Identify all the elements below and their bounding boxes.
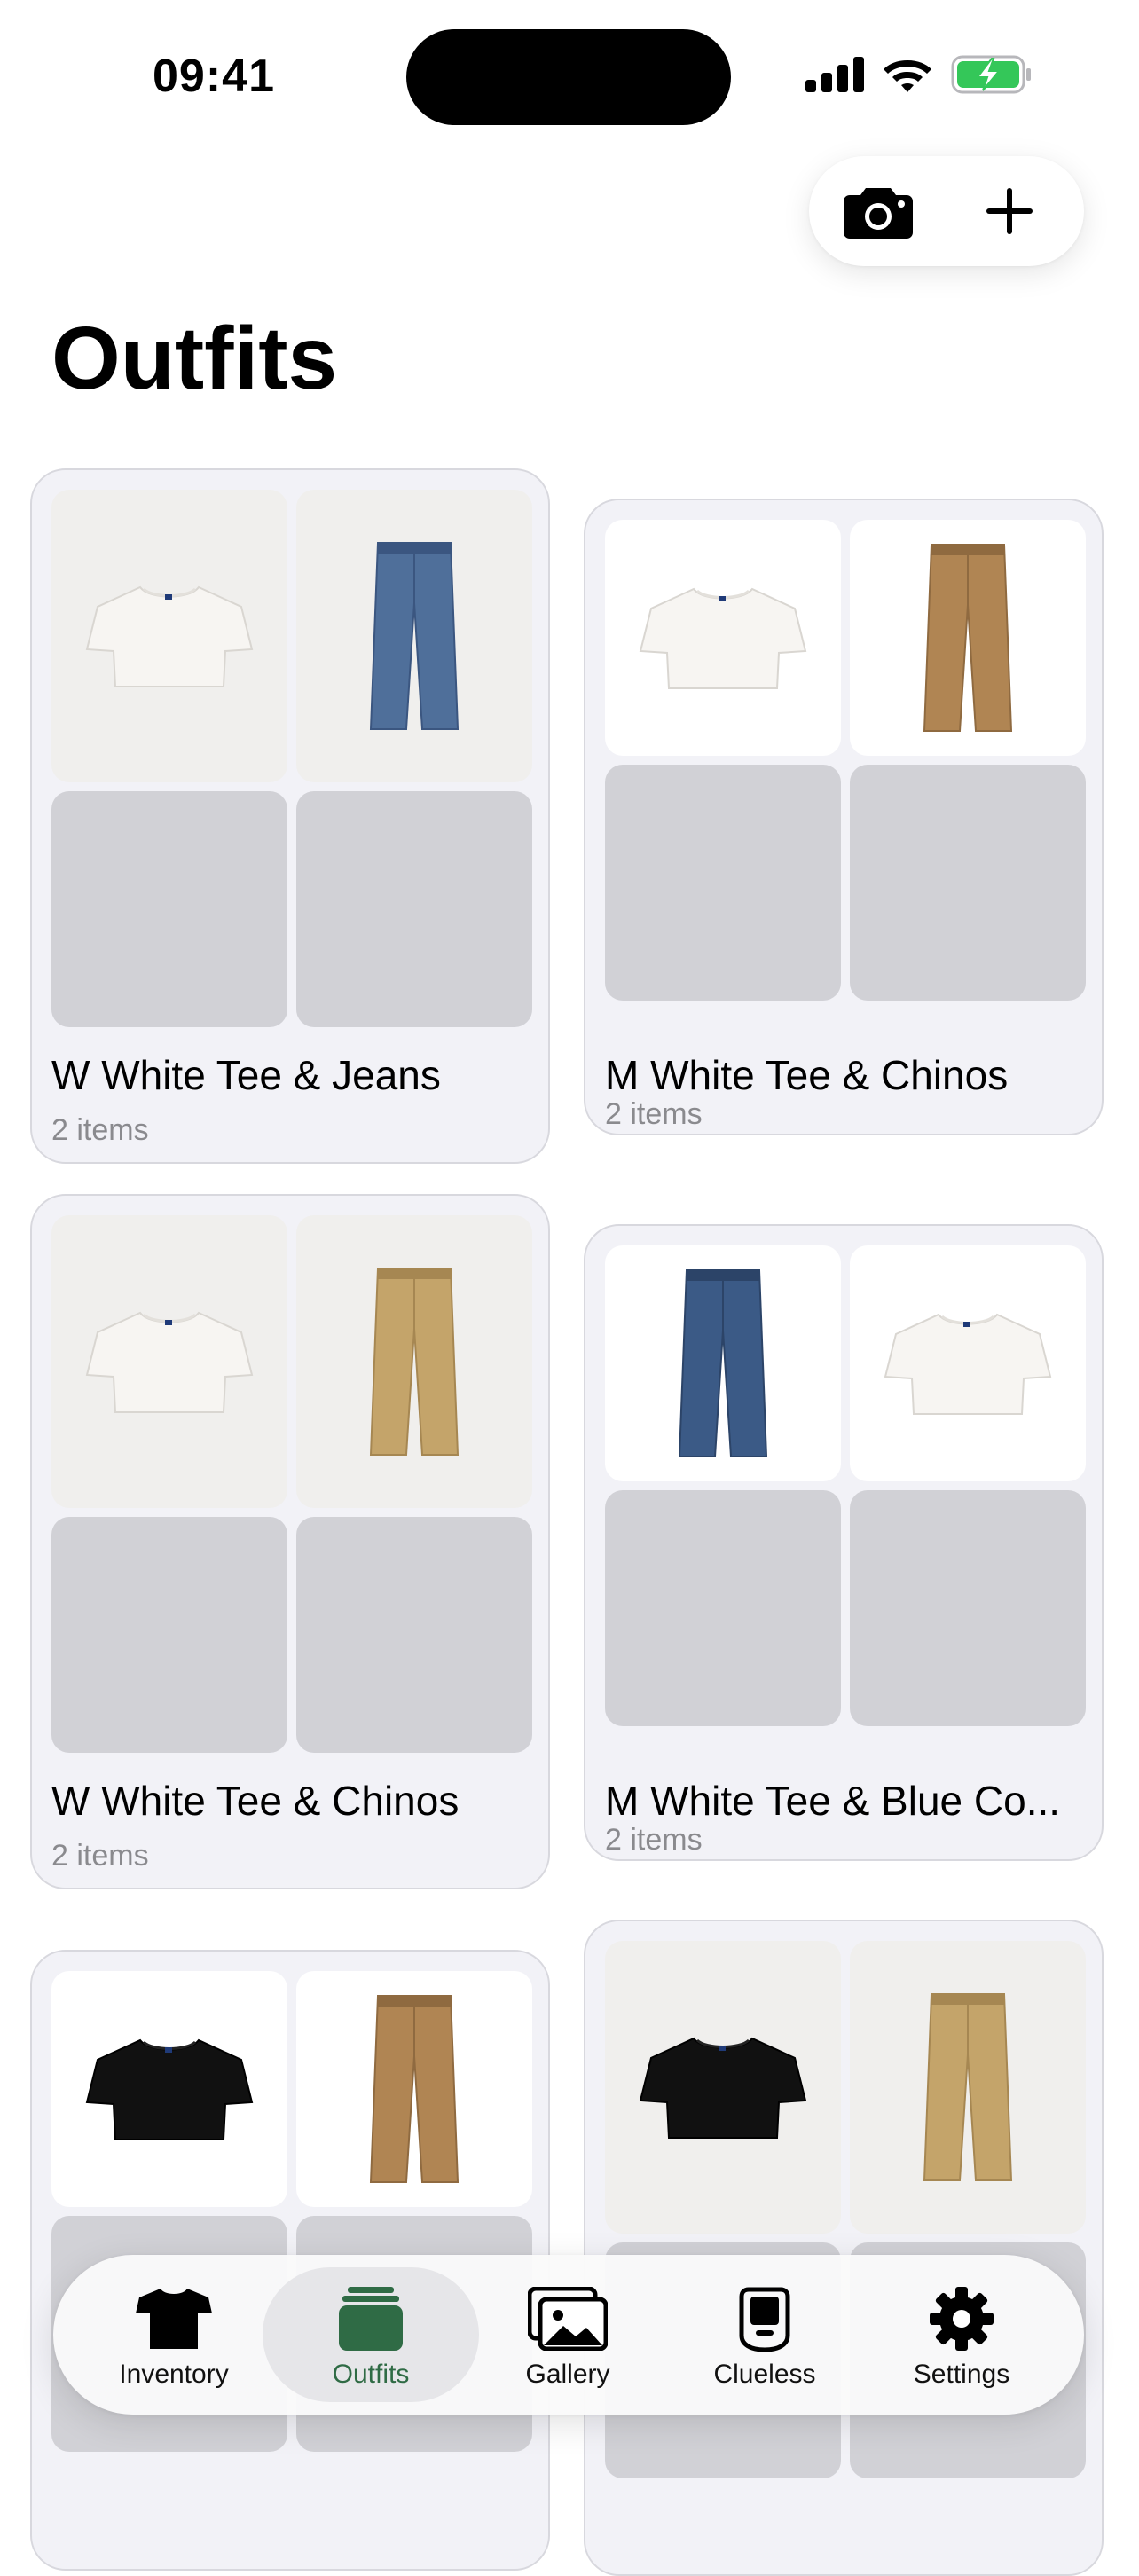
white-tee-image	[639, 587, 807, 689]
tab-label: Settings	[913, 2360, 1010, 2389]
camera-icon	[844, 188, 913, 239]
empty-slot	[296, 1517, 532, 1753]
outfit-card[interactable]: W White Tee & Chinos 2 items	[30, 1194, 550, 1889]
white-tee-image	[85, 1311, 254, 1413]
outfit-card[interactable]: M White Tee & Blue Co... 2 items	[584, 1224, 1104, 1861]
cellular-signal-icon	[805, 57, 864, 92]
outfit-card[interactable]	[584, 1920, 1104, 2576]
tab-label: Gallery	[525, 2360, 610, 2389]
white-tee-image	[85, 585, 254, 687]
empty-slot	[605, 1490, 841, 1726]
tan-chinos-image	[369, 1995, 460, 2183]
outfit-item-count: 2 items	[51, 1113, 149, 1147]
outfit-item-thumbnail	[296, 490, 532, 782]
tab-label: Inventory	[119, 2360, 229, 2389]
battery-charging-icon	[951, 55, 1031, 94]
outfit-item-thumbnail	[605, 520, 841, 756]
empty-slot	[605, 765, 841, 1001]
black-tee-image	[639, 2037, 807, 2139]
tshirt-icon	[136, 2289, 212, 2349]
outfit-item-thumbnail	[850, 1941, 1086, 2234]
outfit-item-thumbnail	[850, 1245, 1086, 1481]
wifi-icon	[884, 60, 931, 92]
khaki-work-pants-image	[369, 1268, 460, 1456]
gear-icon	[930, 2287, 994, 2351]
empty-slot	[51, 1517, 287, 1753]
outfit-item-thumbnail	[51, 490, 287, 782]
outfits-stack-icon	[339, 2287, 403, 2351]
outfit-item-thumbnail	[296, 1971, 532, 2207]
blue-jeans-image	[369, 542, 460, 730]
tab-bar: Inventory Outfits Gallery Clueless Setti…	[53, 2255, 1084, 2415]
top-actions	[809, 156, 1084, 266]
outfit-title: M White Tee & Blue Co...	[605, 1778, 1061, 1824]
page-title: Outfits	[51, 309, 338, 408]
outfit-item-thumbnail	[296, 1215, 532, 1508]
tab-outfits[interactable]: Outfits	[263, 2267, 479, 2402]
dark-jeans-image	[678, 1269, 768, 1457]
tab-label: Outfits	[332, 2360, 410, 2389]
dynamic-island	[406, 29, 731, 125]
outfit-item-thumbnail	[605, 1245, 841, 1481]
empty-slot	[850, 1490, 1086, 1726]
outfit-title: M White Tee & Chinos	[605, 1052, 1009, 1098]
outfit-item-count: 2 items	[51, 1839, 149, 1873]
outfit-card[interactable]: W White Tee & Jeans 2 items	[30, 468, 550, 1164]
tab-clueless[interactable]: Clueless	[656, 2267, 873, 2402]
empty-slot	[51, 791, 287, 1027]
outfit-item-count: 2 items	[605, 1823, 703, 1857]
empty-slot	[296, 791, 532, 1027]
white-tee-image	[884, 1313, 1052, 1415]
plus-icon	[986, 188, 1033, 234]
add-outfit-button[interactable]	[967, 169, 1052, 254]
black-tee-image	[85, 2038, 254, 2140]
tab-settings[interactable]: Settings	[853, 2267, 1070, 2402]
outfit-item-thumbnail	[51, 1215, 287, 1508]
outfit-card[interactable]: M White Tee & Chinos 2 items	[584, 499, 1104, 1135]
clueless-phone-icon	[739, 2287, 790, 2352]
status-bar: 09:41	[0, 0, 1139, 151]
outfit-item-thumbnail	[605, 1941, 841, 2234]
camera-button[interactable]	[836, 169, 921, 254]
tab-gallery[interactable]: Gallery	[460, 2267, 676, 2402]
empty-slot	[850, 765, 1086, 1001]
tab-label: Clueless	[713, 2360, 816, 2389]
outfit-item-thumbnail	[51, 1971, 287, 2207]
outfit-item-thumbnail	[850, 520, 1086, 756]
tab-inventory[interactable]: Inventory	[66, 2267, 282, 2402]
gallery-icon	[528, 2287, 608, 2351]
status-time: 09:41	[153, 51, 275, 102]
outfit-title: W White Tee & Chinos	[51, 1778, 460, 1824]
khaki-work-pants-image	[923, 1993, 1013, 2181]
outfit-title: W White Tee & Jeans	[51, 1052, 441, 1098]
tan-chinos-image	[923, 544, 1013, 732]
outfit-item-count: 2 items	[605, 1097, 703, 1131]
